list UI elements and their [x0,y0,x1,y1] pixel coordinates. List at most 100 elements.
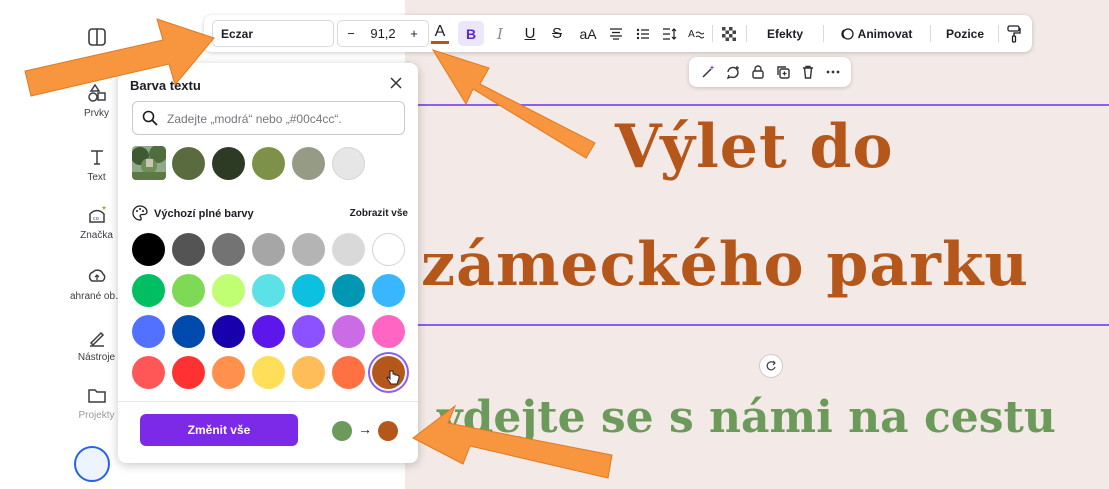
default-color-swatch[interactable] [132,356,165,389]
document-color-swatch[interactable] [212,147,245,180]
rail-item-tools[interactable]: Nástroje [70,326,123,363]
default-color-swatch[interactable] [252,274,285,307]
default-color-swatch[interactable] [172,356,205,389]
default-color-swatch[interactable] [132,315,165,348]
default-color-swatch[interactable] [332,315,365,348]
default-color-swatch[interactable] [332,356,365,389]
document-color-swatch[interactable] [252,147,285,180]
default-color-swatch[interactable] [292,274,325,307]
show-all-link[interactable]: Zobrazit vše [350,208,408,219]
rail-item-brand[interactable]: co Značka [70,204,123,241]
element-mini-toolbar [689,57,851,87]
close-panel-button[interactable] [384,71,408,95]
rail-item-projects[interactable]: Projekty [70,384,123,421]
elements-icon [87,83,106,102]
svg-text:A: A [688,29,695,40]
canvas-subtitle[interactable]: ydejte se s námi na cestu [437,392,1056,443]
default-color-swatch[interactable] [252,356,285,389]
position-button[interactable]: Pozice [935,15,995,52]
italic-button[interactable]: I [490,15,510,52]
rotate-handle[interactable] [759,354,783,378]
animate-label: Animovat [857,26,913,41]
letter-case-button[interactable]: aA [576,15,600,52]
tools-icon [89,331,104,347]
default-color-swatch[interactable] [212,274,245,307]
default-color-swatch[interactable] [132,274,165,307]
rail-label-projects: Projekty [78,410,115,421]
delete-icon[interactable] [799,63,817,81]
default-color-swatch[interactable] [292,315,325,348]
color-search-input[interactable]: Zadejte „modrá“ nebo „#00c4cc“. [167,112,342,126]
more-options-icon[interactable] [824,63,842,81]
toolbar-divider [712,25,713,42]
park-photo-image [132,146,166,180]
rail-item-layout[interactable] [70,26,123,52]
selection-top-edge [405,104,1109,106]
lock-icon[interactable] [749,63,767,81]
effects-button[interactable]: Efekty [751,15,819,52]
document-color-swatch[interactable] [292,147,325,180]
rail-label-uploads: ahrané ob… [70,291,126,302]
default-color-swatch[interactable] [292,356,325,389]
strikethrough-button[interactable]: S [547,15,567,52]
panel-divider [118,401,418,402]
font-size-input[interactable]: 91,2 [362,15,404,52]
side-navigation: Prvky Text co Značka ahrané ob… Nástroje… [70,0,126,489]
apps-launcher-button[interactable] [74,446,110,482]
align-center-button[interactable] [605,15,627,52]
line-spacing-button[interactable] [659,15,681,52]
font-size-decrease-button[interactable]: − [341,15,361,52]
transparency-icon [722,26,736,41]
hand-cursor-icon [386,370,400,385]
animate-button[interactable]: Animovat [828,15,924,52]
rail-label-brand: Značka [80,230,113,241]
default-color-swatch[interactable] [292,233,325,266]
default-color-swatch[interactable] [172,233,205,266]
default-color-swatch[interactable] [332,274,365,307]
rail-item-uploads[interactable]: ahrané ob… [70,265,126,302]
document-color-swatch[interactable] [172,147,205,180]
text-effects-style-button[interactable]: A [685,15,707,52]
text-color-letter: A [434,22,446,40]
default-color-swatch[interactable] [372,315,405,348]
default-color-swatch[interactable] [372,233,405,266]
default-color-swatch[interactable] [172,274,205,307]
rail-item-elements[interactable]: Prvky [70,82,123,119]
default-color-swatch[interactable] [332,233,365,266]
animate-icon [841,27,854,40]
default-color-swatch[interactable] [252,233,285,266]
rail-label-tools: Nástroje [77,352,116,363]
replace-from-color [332,421,352,441]
color-search-box[interactable]: Zadejte „modrá“ nebo „#00c4cc“. [132,101,405,135]
font-family-selector[interactable]: Eczar [212,20,334,47]
font-size-increase-button[interactable]: + [404,15,424,52]
bold-button[interactable]: B [458,21,484,46]
photo-thumbnail[interactable] [132,146,166,180]
comment-icon[interactable] [724,63,742,81]
default-color-swatch[interactable] [132,233,165,266]
duplicate-icon[interactable] [774,63,792,81]
default-color-swatch[interactable] [212,315,245,348]
close-icon [390,77,402,89]
text-color-button[interactable]: A [428,15,452,52]
underline-button[interactable]: U [520,15,540,52]
default-color-swatch[interactable] [212,233,245,266]
default-color-swatch[interactable] [372,274,405,307]
rail-item-text[interactable]: Text [70,146,123,183]
default-color-swatch[interactable] [212,356,245,389]
selected-color-swatch[interactable] [372,356,405,389]
change-all-button[interactable]: Změnit vše [140,414,298,446]
copy-style-button[interactable] [1002,15,1026,52]
text-color-bar [431,40,449,44]
magic-edit-icon[interactable] [699,63,717,81]
bullet-list-button[interactable] [632,15,654,52]
canvas-title-line-2[interactable]: zámeckého parku [421,230,1029,300]
toolbar-divider [746,25,747,42]
palette-icon [132,205,148,221]
document-color-swatch[interactable] [332,147,365,180]
canvas-title-line-1[interactable]: Výlet do [615,112,894,182]
default-color-swatch[interactable] [172,315,205,348]
align-center-icon [610,27,622,40]
transparency-button[interactable] [717,15,741,52]
default-color-swatch[interactable] [252,315,285,348]
